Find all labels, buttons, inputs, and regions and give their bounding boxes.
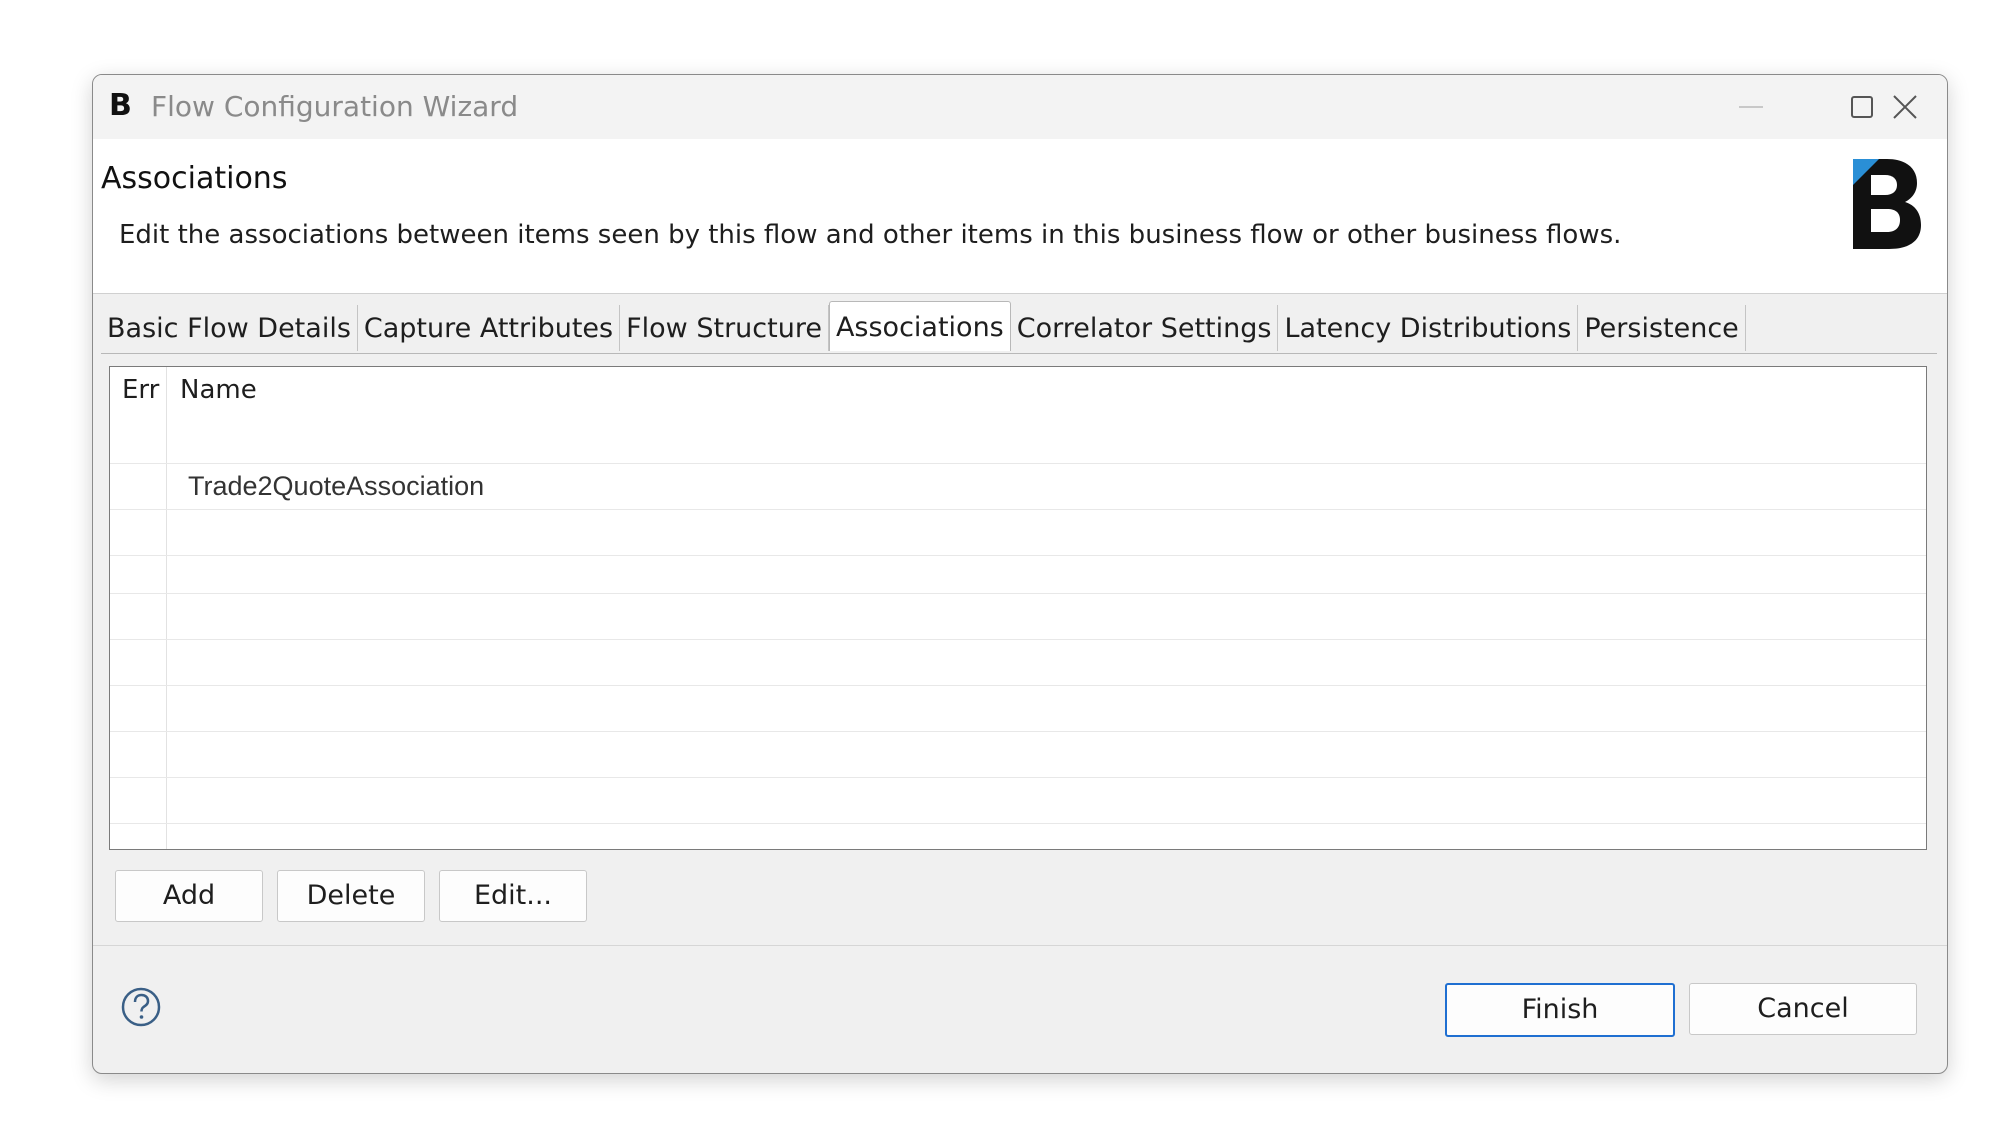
footer-divider	[93, 945, 1947, 946]
associations-table[interactable]: Err Name Trade2QuoteAssociation	[109, 366, 1927, 850]
column-header-err[interactable]: Err	[122, 373, 159, 407]
tab-associations[interactable]: Associations	[828, 301, 1011, 351]
tab-flow-structure[interactable]: Flow Structure	[620, 305, 829, 351]
title-bar[interactable]: B Flow Configuration Wizard	[93, 75, 1947, 139]
row-divider	[110, 823, 1926, 824]
tab-capture-attributes[interactable]: Capture Attributes	[358, 305, 621, 351]
tab-latency-distributions[interactable]: Latency Distributions	[1278, 305, 1579, 351]
tab-basic-flow-details[interactable]: Basic Flow Details	[101, 305, 358, 351]
tab-persistence[interactable]: Persistence	[1578, 305, 1746, 351]
close-button[interactable]	[1863, 75, 1947, 139]
tab-bar: Basic Flow Details Capture Attributes Fl…	[101, 301, 1746, 353]
row-divider	[110, 639, 1926, 640]
delete-button[interactable]: Delete	[277, 870, 425, 922]
minimize-icon	[1739, 106, 1763, 108]
tab-correlator-settings[interactable]: Correlator Settings	[1011, 305, 1279, 351]
row-divider	[110, 593, 1926, 594]
associations-panel: Err Name Trade2QuoteAssociation Add Dele…	[101, 354, 1937, 922]
association-name-cell[interactable]: Trade2QuoteAssociation	[188, 469, 484, 503]
window-title: Flow Configuration Wizard	[151, 90, 519, 123]
page-description: Edit the associations between items seen…	[119, 220, 1622, 250]
table-row[interactable]: Trade2QuoteAssociation	[110, 463, 1926, 509]
row-divider	[110, 509, 1926, 510]
wizard-header: Associations Edit the associations betwe…	[93, 139, 1947, 294]
cancel-button[interactable]: Cancel	[1689, 983, 1917, 1035]
minimize-button[interactable]	[1697, 75, 1807, 139]
edit-button[interactable]: Edit...	[439, 870, 587, 922]
finish-button[interactable]: Finish	[1445, 983, 1675, 1037]
brand-b-logo-icon	[1853, 159, 1921, 249]
close-icon	[1893, 95, 1917, 119]
row-divider	[110, 731, 1926, 732]
app-icon: B	[109, 88, 132, 123]
row-divider	[110, 555, 1926, 556]
help-icon[interactable]	[121, 987, 161, 1027]
wizard-window: B Flow Configuration Wizard Associations…	[92, 74, 1948, 1074]
column-header-name[interactable]: Name	[180, 373, 257, 407]
row-divider	[110, 685, 1926, 686]
add-button[interactable]: Add	[115, 870, 263, 922]
page-title: Associations	[101, 161, 288, 196]
row-divider	[110, 777, 1926, 778]
